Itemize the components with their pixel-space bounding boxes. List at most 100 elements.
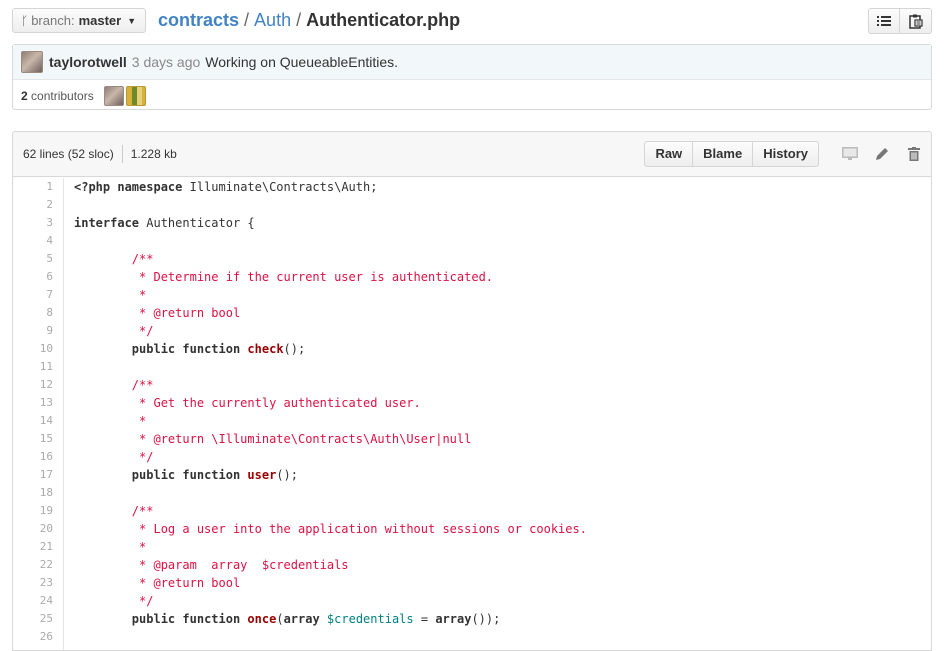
divider: [121, 145, 123, 163]
code-line: 12 /**: [13, 376, 931, 394]
line-number[interactable]: 3: [13, 214, 53, 232]
file-actions: [841, 145, 923, 163]
code-text: <?php namespace Illuminate\Contracts\Aut…: [74, 180, 378, 194]
pencil-icon: [876, 148, 888, 160]
line-number[interactable]: 25: [13, 610, 53, 628]
line-number[interactable]: 16: [13, 448, 53, 466]
line-number[interactable]: 19: [13, 502, 53, 520]
line-number[interactable]: 21: [13, 538, 53, 556]
avatar[interactable]: [125, 85, 146, 106]
code-line: 24 */: [13, 592, 931, 610]
breadcrumb-dir-link[interactable]: Auth: [254, 10, 291, 30]
code-line: 13 * Get the currently authenticated use…: [13, 394, 931, 412]
line-number[interactable]: 6: [13, 268, 53, 286]
avatar[interactable]: [103, 85, 124, 106]
line-number[interactable]: 17: [13, 466, 53, 484]
line-number[interactable]: 18: [13, 484, 53, 502]
code-line: 8 * @return bool: [13, 304, 931, 322]
line-number[interactable]: 24: [13, 592, 53, 610]
line-number[interactable]: 11: [13, 358, 53, 376]
code-text: */: [74, 450, 154, 464]
breadcrumb-repo-link[interactable]: contracts: [158, 10, 239, 30]
breadcrumb-file: Authenticator.php: [306, 10, 461, 30]
commit-message[interactable]: Working on QueueableEntities.: [205, 54, 398, 70]
breadcrumb: contracts / Auth / Authenticator.php: [158, 8, 460, 32]
line-number[interactable]: 4: [13, 232, 53, 250]
code-line: 1 <?php namespace Illuminate\Contracts\Au…: [13, 178, 931, 196]
code-text: /**: [74, 252, 154, 266]
list-icon: [877, 16, 891, 26]
code-line: 20 * Log a user into the application wit…: [13, 520, 931, 538]
code-line: 7 *: [13, 286, 931, 304]
chevron-down-icon: ▼: [127, 15, 137, 26]
code-line: 25 public function once(array $credentia…: [13, 610, 931, 628]
code-line: 18: [13, 484, 931, 502]
blame-button[interactable]: Blame: [693, 141, 754, 167]
trash-icon: [908, 147, 920, 161]
code-line: 11: [13, 358, 931, 376]
code-text: public function user();: [131, 468, 299, 482]
file-navigation: ᚴ branch: master ▼ contracts / Auth / Authen…: [12, 8, 932, 34]
commit-author[interactable]: taylorotwell: [49, 54, 127, 70]
line-number[interactable]: 1: [13, 178, 53, 196]
contributors-label[interactable]: contributors: [31, 89, 94, 103]
desktop-icon: [842, 147, 858, 160]
breadcrumb-separator: /: [296, 10, 302, 30]
edit-file-button[interactable]: [873, 145, 891, 163]
code-line: 5 /**: [13, 250, 931, 268]
copy-path-button[interactable]: [900, 8, 932, 34]
commit-tease: taylorotwell 3 days ago Working on Queue…: [12, 44, 932, 110]
file-size: 1.228 kb: [130, 147, 177, 161]
code-text: public function check();: [131, 342, 306, 356]
breadcrumb-separator: /: [244, 10, 250, 30]
raw-button[interactable]: Raw: [644, 141, 694, 167]
line-number[interactable]: 7: [13, 286, 53, 304]
contributor-avatars: [103, 85, 146, 106]
code-text: */: [74, 594, 154, 608]
code-text: * Log a user into the application withou…: [74, 522, 587, 536]
contributors: 2 contributors: [13, 80, 931, 111]
line-number[interactable]: 9: [13, 322, 53, 340]
history-button[interactable]: History: [753, 141, 819, 167]
code-text: public function once(array $credentials …: [131, 612, 501, 626]
line-number[interactable]: 14: [13, 412, 53, 430]
code-text: */: [74, 324, 154, 338]
line-number[interactable]: 26: [13, 628, 53, 646]
code-line: 4: [13, 232, 931, 250]
line-number[interactable]: 8: [13, 304, 53, 322]
code-text: * Get the currently authenticated user.: [74, 396, 421, 410]
line-number[interactable]: 15: [13, 430, 53, 448]
contributors-count[interactable]: 2: [21, 89, 28, 103]
code-text: * @param array $credentials: [74, 558, 349, 572]
line-number[interactable]: 2: [13, 196, 53, 214]
code-text: * @return \Illuminate\Contracts\Auth\Use…: [74, 432, 472, 446]
code-line: 16 */: [13, 448, 931, 466]
code-text: * @return bool: [74, 576, 241, 590]
code-text: /**: [74, 504, 154, 518]
code-line: 3 interface Authenticator {: [13, 214, 931, 232]
open-desktop-button[interactable]: [841, 145, 859, 163]
branch-icon: ᚴ: [21, 13, 29, 28]
branch-label: branch:: [31, 12, 75, 28]
line-number[interactable]: 12: [13, 376, 53, 394]
line-number[interactable]: 20: [13, 520, 53, 538]
file-list-button[interactable]: [868, 8, 900, 34]
code-line: 6 * Determine if the current user is aut…: [13, 268, 931, 286]
branch-select-button[interactable]: ᚴ branch: master ▼: [12, 8, 147, 33]
code-text: * @return bool: [74, 306, 241, 320]
code-line: 9 */: [13, 322, 931, 340]
line-number[interactable]: 13: [13, 394, 53, 412]
line-number[interactable]: 23: [13, 574, 53, 592]
file-header: 62 lines (52 sloc) 1.228 kb Raw Blame Hi…: [13, 132, 931, 177]
code-line: 23 * @return bool: [13, 574, 931, 592]
file-buttons: Raw Blame History: [644, 141, 819, 167]
avatar[interactable]: [21, 51, 43, 73]
code-line: 17 public function user();: [13, 466, 931, 484]
line-number[interactable]: 5: [13, 250, 53, 268]
code-text: *: [74, 288, 147, 302]
line-number[interactable]: 10: [13, 340, 53, 358]
line-number[interactable]: 22: [13, 556, 53, 574]
delete-file-button[interactable]: [905, 145, 923, 163]
latest-commit: taylorotwell 3 days ago Working on Queue…: [13, 45, 931, 80]
file-nav-buttons: [868, 8, 932, 34]
